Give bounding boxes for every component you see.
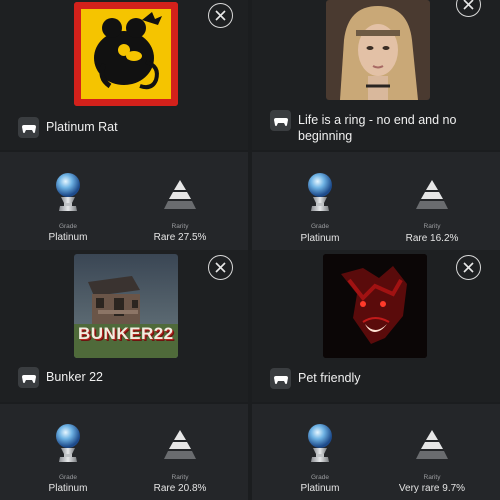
- trophy-stats: Grade Platinum Rarity Very rare 9.7%: [252, 404, 500, 500]
- rarity-label: Rarity: [171, 474, 189, 481]
- platinum-trophy-icon: [56, 173, 80, 211]
- platinum-trophy-icon: [308, 424, 332, 462]
- remove-button[interactable]: [208, 3, 233, 28]
- grade-label: Grade: [310, 474, 330, 481]
- game-title-row: Bunker 22: [18, 367, 240, 388]
- ps-controller-icon: [270, 368, 291, 389]
- grade-label: Grade: [58, 474, 78, 481]
- remove-button[interactable]: [208, 255, 233, 280]
- rarity-label: Rarity: [423, 474, 441, 481]
- grade-label: Grade: [310, 223, 330, 230]
- remove-button[interactable]: [456, 0, 481, 17]
- trophy-stats: Grade Platinum Rarity Rare 27.5%: [0, 152, 248, 250]
- rarity-value: Rare 20.8%: [153, 483, 207, 494]
- game-thumbnail[interactable]: [323, 254, 427, 358]
- card-header: Platinum Rat: [0, 0, 248, 150]
- trophy-card-pet-friendly[interactable]: Pet friendly Grade Platinum Rarity Very …: [252, 250, 500, 500]
- close-icon: [463, 0, 474, 10]
- rarity-pyramid-icon: [416, 180, 448, 209]
- game-thumbnail[interactable]: BUNKER22: [74, 254, 178, 358]
- trophy-stats: Grade Platinum Rarity Rare 20.8%: [0, 404, 248, 500]
- trophy-stats: Grade Platinum Rarity Rare 16.2%: [252, 152, 500, 250]
- remove-button[interactable]: [456, 255, 481, 280]
- red-wolf-artwork: [323, 254, 427, 358]
- rarity-pyramid-icon: [164, 430, 196, 459]
- grade-value: Platinum: [48, 232, 88, 243]
- ps-controller-icon: [18, 117, 39, 138]
- game-title: Bunker 22: [46, 370, 103, 384]
- card-header: Pet friendly: [252, 250, 500, 402]
- game-title: Life is a ring - no end and no beginning: [298, 113, 457, 143]
- blonde-woman-portrait: [326, 0, 430, 100]
- close-icon: [463, 262, 474, 273]
- ps-controller-icon: [270, 110, 291, 131]
- grade-value: Platinum: [300, 233, 340, 244]
- rarity-value: Rare 27.5%: [153, 232, 207, 243]
- rarity-label: Rarity: [171, 223, 189, 230]
- card-header: Life is a ring - no end and no beginning: [252, 0, 500, 150]
- game-title-row: Pet friendly: [270, 368, 492, 389]
- card-header: BUNKER22 Bunker 22: [0, 250, 248, 402]
- game-thumbnail[interactable]: [326, 0, 430, 100]
- trophy-card-platinum-rat[interactable]: Platinum Rat Grade Platinum Rarity Rare …: [0, 0, 248, 250]
- platinum-trophy-icon: [308, 173, 332, 211]
- game-title: Pet friendly: [298, 371, 361, 385]
- trophy-card-life-is-a-ring[interactable]: Life is a ring - no end and no beginning…: [252, 0, 500, 250]
- grade-value: Platinum: [48, 483, 88, 494]
- rarity-pyramid-icon: [416, 430, 448, 459]
- platinum-trophy-icon: [56, 424, 80, 462]
- bunker-logo-text: BUNKER22: [78, 324, 174, 343]
- game-title-row: Life is a ring - no end and no beginning: [270, 110, 492, 144]
- rat-logo-icon: [74, 2, 178, 106]
- game-title: Platinum Rat: [46, 120, 118, 134]
- grade-value: Platinum: [300, 483, 340, 494]
- trophy-card-bunker-22[interactable]: BUNKER22 Bunker 22 Grade Platinum Rarity…: [0, 250, 248, 500]
- rarity-value: Rare 16.2%: [405, 233, 459, 244]
- grade-label: Grade: [58, 223, 78, 230]
- close-icon: [215, 262, 226, 273]
- rarity-value: Very rare 9.7%: [398, 483, 466, 494]
- game-thumbnail[interactable]: [74, 2, 178, 106]
- game-title-row: Platinum Rat: [18, 117, 240, 138]
- rarity-label: Rarity: [423, 223, 441, 230]
- ps-controller-icon: [18, 367, 39, 388]
- close-icon: [215, 10, 226, 21]
- rarity-pyramid-icon: [164, 180, 196, 209]
